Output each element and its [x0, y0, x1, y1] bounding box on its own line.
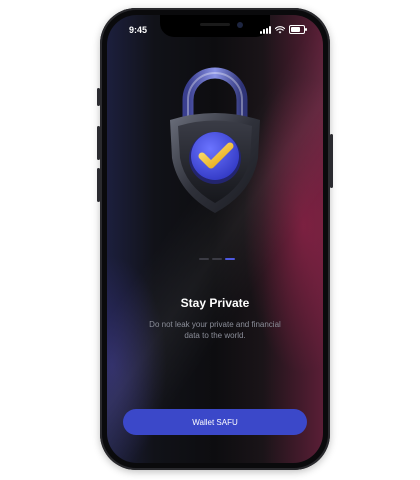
volume-down-button	[97, 168, 100, 202]
pagination-dots	[199, 258, 235, 260]
speaker-grill	[200, 23, 230, 26]
phone-screen: 9:45 Stay Private Do not leak your priva…	[107, 15, 323, 463]
front-camera	[237, 22, 243, 28]
pagination-dot[interactable]	[212, 258, 222, 260]
power-button	[330, 134, 333, 188]
signal-bars-icon	[260, 25, 271, 34]
wifi-icon	[275, 25, 285, 33]
status-time: 9:45	[129, 25, 148, 35]
pagination-dot-active[interactable]	[225, 258, 235, 260]
phone-frame: 9:45 Stay Private Do not leak your priva…	[97, 8, 333, 470]
padlock-shield-check-icon	[160, 58, 270, 218]
volume-up-button	[97, 126, 100, 160]
notch	[160, 15, 270, 37]
battery-icon	[289, 25, 307, 34]
pagination-dot[interactable]	[199, 258, 209, 260]
onboarding-description: Do not leak your private and financial d…	[149, 320, 281, 340]
status-icons	[260, 25, 307, 34]
wallet-safu-button[interactable]: Wallet SAFU	[123, 409, 307, 435]
mute-switch	[97, 88, 100, 106]
onboarding-title: Stay Private	[180, 296, 250, 310]
